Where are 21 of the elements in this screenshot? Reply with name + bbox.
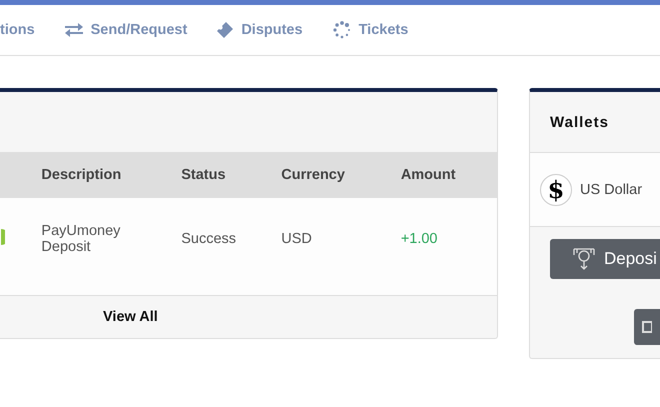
table-cell: +1.00 (400, 198, 497, 295)
view-all-link[interactable]: View All (103, 309, 158, 325)
column-header: Amount (400, 152, 497, 198)
column-header: Description (40, 152, 180, 198)
table-cell: PayUmoney Deposit (40, 198, 180, 295)
nav-link[interactable]: Disputes (217, 22, 303, 38)
spinner-icon (332, 21, 351, 39)
column-header: Currency (280, 152, 400, 198)
wallet-action-button[interactable] (634, 309, 660, 345)
table-cell: USD (280, 198, 400, 295)
money-deposit-icon (572, 247, 596, 271)
wallet-name: US Dollar (580, 182, 642, 198)
deposit-button[interactable]: Deposi (550, 239, 660, 279)
nav-link[interactable]: Send/Request (64, 22, 188, 38)
transfer-arrows-icon (64, 23, 83, 37)
column-header: Status (180, 152, 280, 198)
currency-symbol-icon: $ (540, 174, 572, 206)
nav-link[interactable]: tions (0, 22, 35, 38)
nav-link[interactable]: Tickets (332, 21, 408, 39)
ticket-icon (217, 22, 234, 38)
table-cell: Success (180, 198, 280, 295)
